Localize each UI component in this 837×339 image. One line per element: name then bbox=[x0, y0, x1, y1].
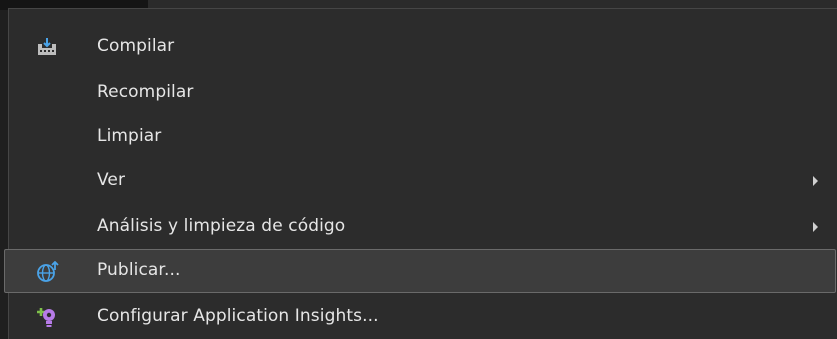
menu-item-label: Ver bbox=[97, 170, 126, 190]
menu-item-compilar[interactable]: Compilar bbox=[9, 25, 836, 69]
menu-item-label: Configurar Application Insights... bbox=[97, 306, 379, 326]
menu-item-recompilar[interactable]: Recompilar bbox=[9, 71, 836, 115]
menu-item-configurar-application-insights[interactable]: Configurar Application Insights... bbox=[9, 295, 836, 339]
menu-item-label: Análisis y limpieza de código bbox=[97, 216, 346, 236]
menu-item-analisis-limpieza[interactable]: Análisis y limpieza de código bbox=[9, 205, 836, 249]
menu-item-label: Publicar... bbox=[97, 260, 181, 280]
application-insights-icon bbox=[35, 307, 59, 327]
publish-globe-icon bbox=[36, 261, 60, 282]
window-background: Compilar Recompilar Limpiar Ver Análisis… bbox=[0, 0, 837, 339]
submenu-arrow-icon bbox=[813, 222, 818, 232]
menu-item-ver[interactable]: Ver bbox=[9, 159, 836, 203]
menu-item-limpiar[interactable]: Limpiar bbox=[9, 115, 836, 159]
menu-item-label: Limpiar bbox=[97, 126, 162, 146]
menu-item-publicar[interactable]: Publicar... bbox=[4, 249, 836, 293]
menu-item-label: Compilar bbox=[97, 36, 175, 56]
build-icon bbox=[35, 37, 59, 57]
submenu-arrow-icon bbox=[813, 176, 818, 186]
build-context-menu: Compilar Recompilar Limpiar Ver Análisis… bbox=[4, 8, 837, 339]
menu-item-label: Recompilar bbox=[97, 82, 194, 102]
